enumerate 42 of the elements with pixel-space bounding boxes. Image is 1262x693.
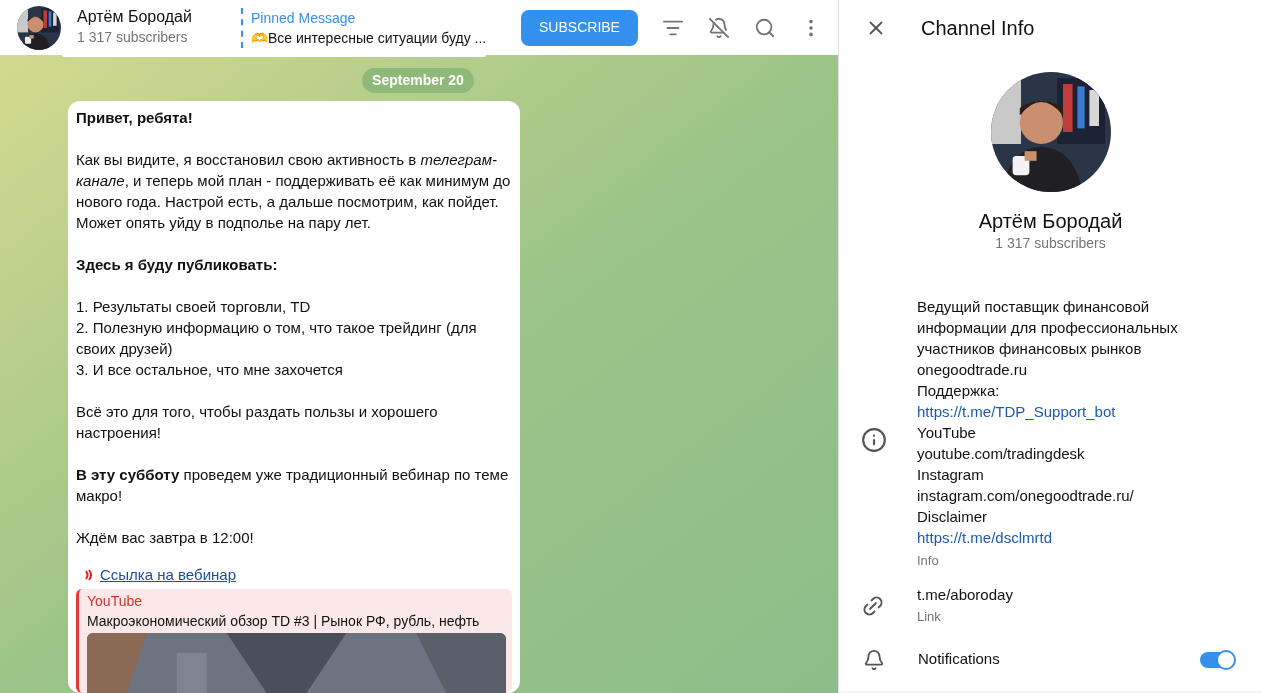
notifications-label: Notifications bbox=[918, 649, 1000, 670]
message-text: 3. И все остальное, что мне захочется bbox=[76, 360, 344, 380]
message-text: Всё это для того, чтобы раздать пользы и хорошего настроения! bbox=[76, 402, 439, 443]
preview-title: Макроэкономический обзор TD #3 | Рынок РФ, рубль, нефть bbox=[87, 612, 481, 631]
search-icon[interactable] bbox=[754, 16, 776, 39]
description-text: onegoodtrade.ru bbox=[917, 360, 1029, 380]
description-text: YouTube bbox=[917, 423, 977, 443]
profile-subscribers: 1 317 subscribers bbox=[995, 234, 1106, 253]
message-text: 1. Результаты своей торговли, TD bbox=[76, 297, 312, 317]
notifications-row[interactable]: Notifications bbox=[839, 640, 1262, 679]
subscriber-count: 1 317 subscribers bbox=[77, 28, 189, 47]
channel-name[interactable]: Артём Бородай bbox=[77, 7, 227, 27]
description-text: youtube.com/tradingdesk bbox=[917, 444, 1086, 464]
link-caption: Link bbox=[917, 608, 942, 626]
message-text: Здесь я буду публиковать: bbox=[76, 255, 279, 275]
description-link[interactable]: https://t.me/dsclmrtd bbox=[917, 529, 1053, 546]
signal-icon bbox=[84, 568, 92, 581]
preview-site: YouTube bbox=[87, 592, 143, 611]
bell-icon bbox=[863, 648, 885, 671]
channel-link[interactable]: t.me/aboroday bbox=[917, 585, 1013, 605]
message-text: Как вы видите, я восстановил свою активность в телеграм-канале, и теперь мой план - поддерживать её как минимум до нового года. Настрой есть, а дальше посмотрим, как пойдет. Может опять уйду в подполье на пару лет. bbox=[76, 150, 512, 233]
description-text: Instagram bbox=[917, 465, 985, 485]
description-text: Поддержка: bbox=[917, 381, 1001, 401]
message-text: Привет, ребята! bbox=[76, 108, 194, 128]
date-badge: September 20 bbox=[362, 68, 474, 93]
pinned-text: 🫶Все интересные ситуации буду ... bbox=[251, 28, 488, 48]
info-icon bbox=[861, 426, 887, 453]
pinned-label: Pinned Message bbox=[251, 8, 357, 28]
pinned-message[interactable]: Pinned Message 🫶Все интересные ситуации буду ... bbox=[241, 7, 491, 48]
description-text: Disclaimer bbox=[917, 507, 988, 527]
description-text: instagram.com/onegoodtrade.ru/ bbox=[917, 486, 1135, 506]
profile-name: Артём Бородай bbox=[978, 209, 1123, 233]
webinar-link[interactable]: Ссылка на вебинар bbox=[100, 564, 236, 585]
message-text: 2. Полезную информацию о том, что такое трейдинг (для своих друзей) bbox=[76, 318, 478, 359]
message-text: В эту субботу проведем уже традиционный вебинар по теме макро! bbox=[76, 465, 510, 506]
notifications-toggle[interactable] bbox=[1200, 651, 1234, 668]
message-text: Ждём вас завтра в 12:00! bbox=[76, 528, 255, 548]
muted-bell-icon[interactable] bbox=[708, 16, 730, 39]
panel-title: Channel Info bbox=[921, 15, 1035, 41]
description-link[interactable]: https://t.me/TDP_Support_bot bbox=[917, 403, 1116, 420]
info-caption: Info bbox=[917, 552, 940, 570]
link-preview[interactable]: YouTube Макроэкономический обзор TD #3 | Рынок РФ, рубль, нефть bbox=[76, 589, 512, 693]
